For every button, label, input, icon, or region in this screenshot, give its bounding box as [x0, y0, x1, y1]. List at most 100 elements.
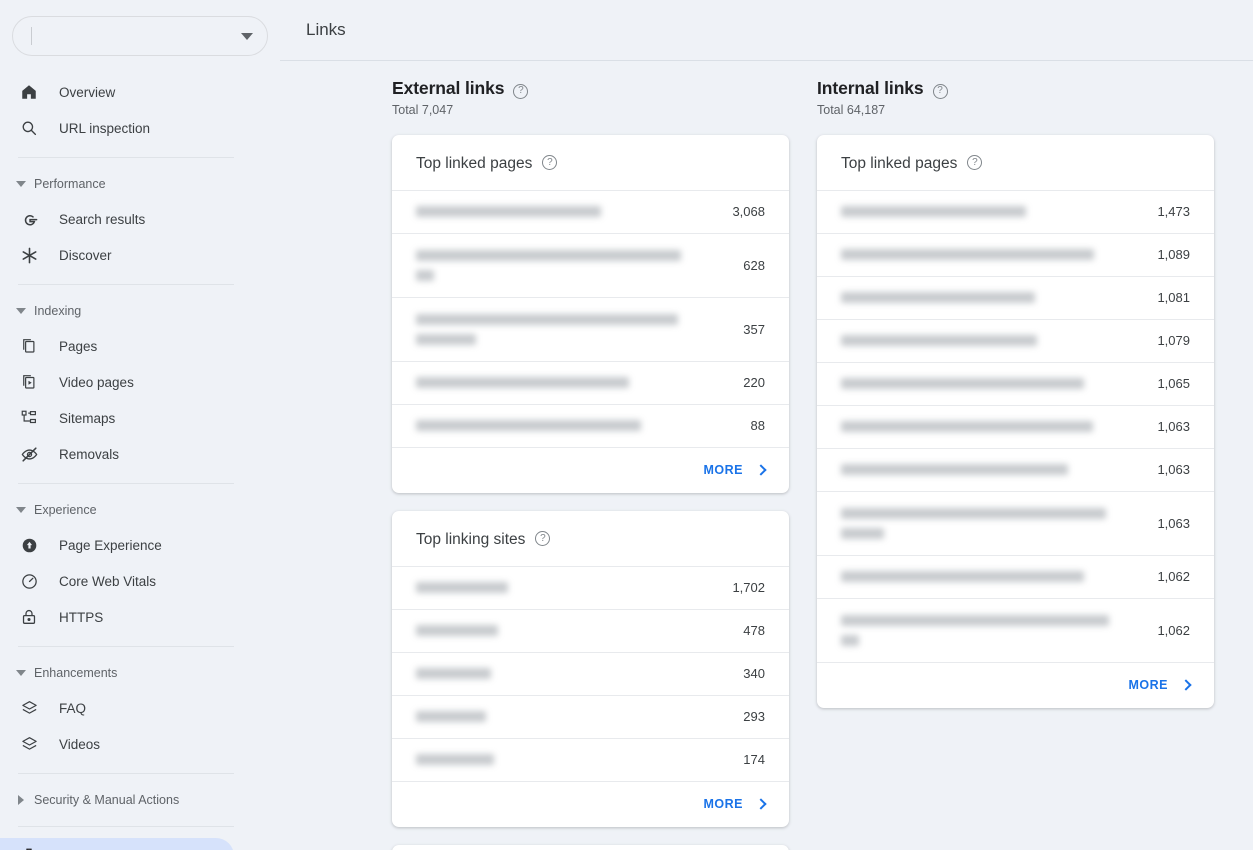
- row-count: 1,063: [1157, 516, 1190, 531]
- table-row[interactable]: 478: [392, 609, 789, 652]
- sitemaps-tree-icon: [18, 407, 40, 429]
- table-row[interactable]: 1,089: [817, 233, 1214, 276]
- sidebar-group-label: Security & Manual Actions: [34, 793, 179, 807]
- search-icon: [18, 117, 40, 139]
- table-row[interactable]: 220: [392, 361, 789, 404]
- table-row[interactable]: 88: [392, 404, 789, 447]
- row-count: 1,473: [1157, 204, 1190, 219]
- chevron-down-icon: [12, 308, 30, 314]
- sidebar-item-page-experience[interactable]: Page Experience: [0, 527, 234, 563]
- sidebar-item-core-web-vitals[interactable]: Core Web Vitals: [0, 563, 234, 599]
- row-url-redacted: [416, 206, 732, 217]
- layers-icon: [18, 733, 40, 755]
- sidebar-item-links[interactable]: Links: [0, 838, 234, 850]
- chevron-down-icon: [241, 33, 253, 40]
- row-url-redacted: [416, 582, 732, 593]
- sidebar-group-label: Performance: [34, 177, 106, 191]
- row-url-redacted: [416, 377, 743, 388]
- sidebar-group-enhancements[interactable]: Enhancements: [0, 658, 280, 688]
- sidebar-item-sitemaps[interactable]: Sitemaps: [0, 400, 234, 436]
- row-url-redacted: [416, 420, 751, 431]
- row-count: 1,062: [1157, 569, 1190, 584]
- sidebar-item-label: Core Web Vitals: [59, 574, 156, 589]
- sidebar-group-experience[interactable]: Experience: [0, 495, 280, 525]
- row-url-redacted: [841, 249, 1157, 260]
- sidebar-item-label: Videos: [59, 737, 100, 752]
- page-header: Links: [280, 0, 1253, 60]
- row-url-redacted: [841, 421, 1157, 432]
- row-count: 357: [743, 322, 765, 337]
- table-row[interactable]: 293: [392, 695, 789, 738]
- help-circle-icon[interactable]: ?: [542, 155, 557, 170]
- sidebar-group-indexing[interactable]: Indexing: [0, 296, 280, 326]
- table-row[interactable]: 357: [392, 297, 789, 361]
- card-title: Top linking sites: [416, 531, 525, 549]
- sidebar-item-label: Overview: [59, 85, 115, 100]
- sidebar-item-overview[interactable]: Overview: [0, 74, 234, 110]
- table-row[interactable]: 1,702: [392, 566, 789, 609]
- help-circle-icon[interactable]: ?: [933, 84, 948, 99]
- sidebar-divider: [18, 157, 234, 158]
- sidebar-group-security-manual-actions[interactable]: Security & Manual Actions: [0, 785, 280, 815]
- search-console-app: Overview URL inspection Performance Sear…: [0, 0, 1253, 850]
- row-count: 174: [743, 752, 765, 767]
- card-title: Top linked pages: [416, 155, 532, 173]
- sidebar-item-label: Search results: [59, 212, 145, 227]
- help-circle-icon[interactable]: ?: [513, 84, 528, 99]
- row-count: 1,089: [1157, 247, 1190, 262]
- row-url-redacted: [841, 206, 1157, 217]
- more-button[interactable]: MORE: [817, 662, 1214, 708]
- sidebar-item-label: Video pages: [59, 375, 134, 390]
- sidebar-item-removals[interactable]: Removals: [0, 436, 234, 472]
- table-row[interactable]: 1,081: [817, 276, 1214, 319]
- sidebar-item-discover[interactable]: Discover: [0, 237, 234, 273]
- property-selector-value: [31, 27, 241, 45]
- row-url-redacted: [416, 754, 743, 765]
- sidebar-item-label: Page Experience: [59, 538, 162, 553]
- sidebar-item-faq[interactable]: FAQ: [0, 690, 234, 726]
- row-count: 1,065: [1157, 376, 1190, 391]
- table-row[interactable]: 628: [392, 233, 789, 297]
- card-title: Top linked pages: [841, 155, 957, 173]
- card-internal-top-linked-pages: Top linked pages ? 1,473 1,089 1,081: [817, 135, 1214, 708]
- table-row[interactable]: 174: [392, 738, 789, 781]
- table-row[interactable]: 1,063: [817, 491, 1214, 555]
- table-row[interactable]: 1,063: [817, 448, 1214, 491]
- more-button[interactable]: MORE: [392, 447, 789, 493]
- sidebar-item-videos[interactable]: Videos: [0, 726, 234, 762]
- table-row[interactable]: 1,079: [817, 319, 1214, 362]
- layers-icon: [18, 697, 40, 719]
- table-row[interactable]: 1,062: [817, 555, 1214, 598]
- card-below-fold: [392, 845, 789, 850]
- sidebar-item-url-inspection[interactable]: URL inspection: [0, 110, 234, 146]
- table-row[interactable]: 340: [392, 652, 789, 695]
- sidebar-group-label: Indexing: [34, 304, 81, 318]
- table-row[interactable]: 1,063: [817, 405, 1214, 448]
- sidebar-item-label: FAQ: [59, 701, 86, 716]
- sidebar-item-label: Sitemaps: [59, 411, 115, 426]
- more-button[interactable]: MORE: [392, 781, 789, 827]
- table-row[interactable]: 1,065: [817, 362, 1214, 405]
- sidebar-group-performance[interactable]: Performance: [0, 169, 280, 199]
- table-row[interactable]: 1,062: [817, 598, 1214, 662]
- internal-links-total: Total 64,187: [817, 103, 1214, 117]
- sidebar-item-video-pages[interactable]: Video pages: [0, 364, 234, 400]
- sidebar-item-search-results[interactable]: Search results: [0, 201, 234, 237]
- help-circle-icon[interactable]: ?: [535, 531, 550, 546]
- property-selector[interactable]: [12, 16, 268, 56]
- sidebar-item-label: Discover: [59, 248, 112, 263]
- sidebar-item-label: Removals: [59, 447, 119, 462]
- card-external-top-linking-sites: Top linking sites ? 1,702 478 340: [392, 511, 789, 827]
- links-tree-icon: [18, 845, 40, 850]
- row-url-redacted: [841, 615, 1157, 646]
- sidebar-item-pages[interactable]: Pages: [0, 328, 234, 364]
- help-circle-icon[interactable]: ?: [967, 155, 982, 170]
- video-pages-icon: [18, 371, 40, 393]
- sidebar-item-label: URL inspection: [59, 121, 150, 136]
- table-row[interactable]: 1,473: [817, 190, 1214, 233]
- core-web-vitals-gauge-icon: [18, 570, 40, 592]
- table-row[interactable]: 3,068: [392, 190, 789, 233]
- row-count: 1,063: [1157, 419, 1190, 434]
- sidebar-item-https[interactable]: HTTPS: [0, 599, 234, 635]
- row-url-redacted: [416, 711, 743, 722]
